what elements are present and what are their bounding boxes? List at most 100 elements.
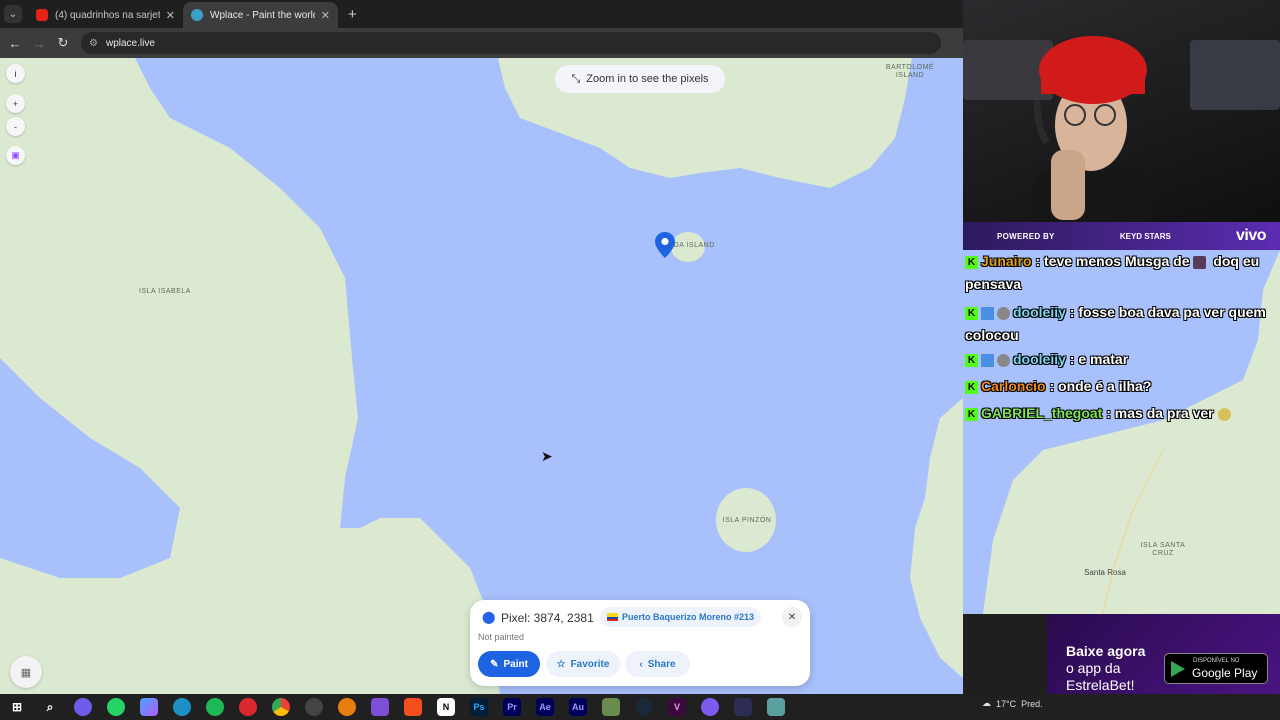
map-land-shapes	[0, 58, 963, 694]
tab-wplace[interactable]: Wplace - Paint the world ✕	[183, 2, 338, 28]
emote-icon	[1217, 407, 1231, 421]
steam-icon[interactable]	[635, 698, 653, 716]
windows-start-icon[interactable]: ⊞	[8, 698, 26, 716]
label-santa-cruz: ISLA SANTA CRUZ	[1140, 542, 1186, 557]
app-icon[interactable]	[371, 698, 389, 716]
ad-line-3: EstrelaBet!	[1066, 677, 1135, 693]
close-button[interactable]: ✕	[782, 607, 802, 627]
paint-button[interactable]: ✎ Paint	[478, 651, 540, 677]
app-icon[interactable]	[701, 698, 719, 716]
pixel-coordinates: Pixel: 3874, 2381	[501, 611, 594, 625]
close-icon[interactable]: ✕	[321, 9, 330, 22]
map-pin-icon[interactable]	[655, 232, 675, 258]
kick-badge-icon: K	[965, 306, 978, 320]
region-badge[interactable]: Puerto Baquerizo Moreno #213	[600, 607, 762, 627]
streamer-webcam	[963, 0, 1280, 222]
chat-message: Kdooleiiy : fosse boa dava pa ver quem c…	[965, 301, 1277, 347]
audition-icon[interactable]: Au	[569, 698, 587, 716]
info-button[interactable]: i	[6, 64, 25, 83]
address-bar[interactable]: ⚙ wplace.live	[81, 32, 941, 54]
search-icon[interactable]: ⌕	[41, 698, 59, 716]
sponsor-brand: KEYD STARS	[1119, 231, 1171, 241]
streamer-figure	[1033, 36, 1153, 222]
chat-message: Kdooleiiy : e matar	[965, 348, 1277, 371]
favorite-label: Favorite	[570, 658, 610, 670]
gift-badge-icon	[997, 353, 1010, 367]
label-pinzon: ISLA PINZÓN	[722, 517, 772, 524]
location-pin-icon: ⬤	[482, 610, 496, 624]
chrome-icon[interactable]	[272, 698, 290, 716]
url-text: wplace.live	[105, 37, 155, 49]
google-play-badge: DISPONÍVEL NO Google Play	[1164, 653, 1268, 684]
tab-title: (4) quadrinhos na sarjeta - YouT	[55, 9, 160, 21]
notion-icon[interactable]: N	[437, 698, 455, 716]
discord-icon[interactable]	[74, 698, 92, 716]
zoom-hint-banner: ⤡ Zoom in to see the pixels	[555, 65, 725, 93]
new-tab-icon[interactable]: +	[348, 6, 357, 23]
vegas-icon[interactable]: V	[668, 698, 686, 716]
kick-badge-icon: K	[965, 380, 978, 394]
emote-icon	[1193, 255, 1207, 269]
gift-badge-icon	[997, 306, 1010, 320]
app-icon[interactable]	[734, 698, 752, 716]
star-icon: ☆	[556, 658, 566, 670]
premiere-icon[interactable]: Pr	[503, 698, 521, 716]
chat-text: : mas da pra ver	[1106, 405, 1214, 421]
zoom-out-button[interactable]: -	[6, 117, 25, 136]
tab-title: Wplace - Paint the world	[210, 9, 315, 21]
chat-message: K Junairo : teve menos Musga de doq eu pe…	[965, 250, 1277, 296]
zoom-icon: ⤡	[571, 72, 581, 85]
obs-icon[interactable]	[305, 698, 323, 716]
forward-icon[interactable]: →	[27, 36, 51, 51]
share-button[interactable]: ‹ Share	[625, 651, 690, 677]
kick-badge-icon: K	[965, 255, 978, 269]
world-map[interactable]: BARTOLOMÉ ISLAND ISLA ISABELA IDA ISLAND…	[0, 58, 963, 694]
region-name: Puerto Baquerizo Moreno #213	[622, 612, 755, 622]
weather-widget[interactable]: ☁ 17°C Pred.	[982, 698, 1043, 709]
google-play-icon	[1171, 661, 1185, 677]
chat-text: : onde é a ilha?	[1049, 378, 1152, 394]
weather-cloud-icon: ☁	[982, 698, 991, 708]
after-effects-icon[interactable]: Ae	[536, 698, 554, 716]
spotify-icon[interactable]	[206, 698, 224, 716]
keyboard-icon[interactable]: ▦	[10, 656, 42, 688]
sponsor-bar: POWERED BY KEYD STARS vivo	[963, 222, 1280, 250]
browser-tab-bar: ⌄ (4) quadrinhos na sarjeta - YouT ✕ Wpl…	[0, 0, 963, 28]
tab-search-chevron-icon[interactable]: ⌄	[4, 5, 22, 23]
blender-icon[interactable]	[338, 698, 356, 716]
kick-badge-icon: K	[965, 353, 978, 367]
photoshop-icon[interactable]: Ps	[470, 698, 488, 716]
brush-icon: ✎	[490, 658, 499, 670]
reload-icon[interactable]: ↻	[51, 35, 75, 51]
estrelabet-ad: Baixe agora o app da EstrelaBet! DISPONÍ…	[1047, 614, 1280, 694]
whatsapp-icon[interactable]	[107, 698, 125, 716]
copilot-icon[interactable]	[140, 698, 158, 716]
zoom-in-button[interactable]: +	[6, 94, 25, 113]
close-icon[interactable]: ✕	[166, 9, 175, 22]
opera-icon[interactable]	[239, 698, 257, 716]
chat-user: Carloncio	[981, 378, 1046, 394]
twitch-icon[interactable]: ▣	[6, 146, 25, 165]
chat-user: Junairo	[981, 253, 1032, 269]
app-icon[interactable]	[767, 698, 785, 716]
weather-temp: 17°C	[996, 698, 1017, 709]
tab-youtube[interactable]: (4) quadrinhos na sarjeta - YouT ✕	[28, 2, 183, 28]
vivo-logo: vivo	[1235, 227, 1267, 244]
figma-icon[interactable]	[404, 698, 422, 716]
weather-text: Pred.	[1021, 698, 1043, 709]
isabela-land	[0, 58, 500, 694]
pixel-info-card: ⬤ Pixel: 3874, 2381 Puerto Baquerizo Mor…	[470, 600, 810, 686]
shelf-right	[1190, 40, 1280, 110]
app-icon[interactable]	[602, 698, 620, 716]
youtube-icon	[36, 9, 48, 21]
paint-label: Paint	[503, 658, 528, 670]
sponsor-powered: POWERED BY	[997, 231, 1055, 241]
sub-badge-icon	[981, 353, 994, 367]
chat-message: K GABRIEL_thegoat : mas da pra ver	[965, 402, 1277, 425]
share-icon: ‹	[639, 658, 643, 670]
site-info-icon[interactable]: ⚙	[89, 38, 98, 49]
favorite-button[interactable]: ☆ Favorite	[546, 651, 620, 677]
edge-icon[interactable]	[173, 698, 191, 716]
chat-message: K Carloncio : onde é a ilha?	[965, 375, 1277, 398]
back-icon[interactable]: ←	[3, 36, 27, 51]
